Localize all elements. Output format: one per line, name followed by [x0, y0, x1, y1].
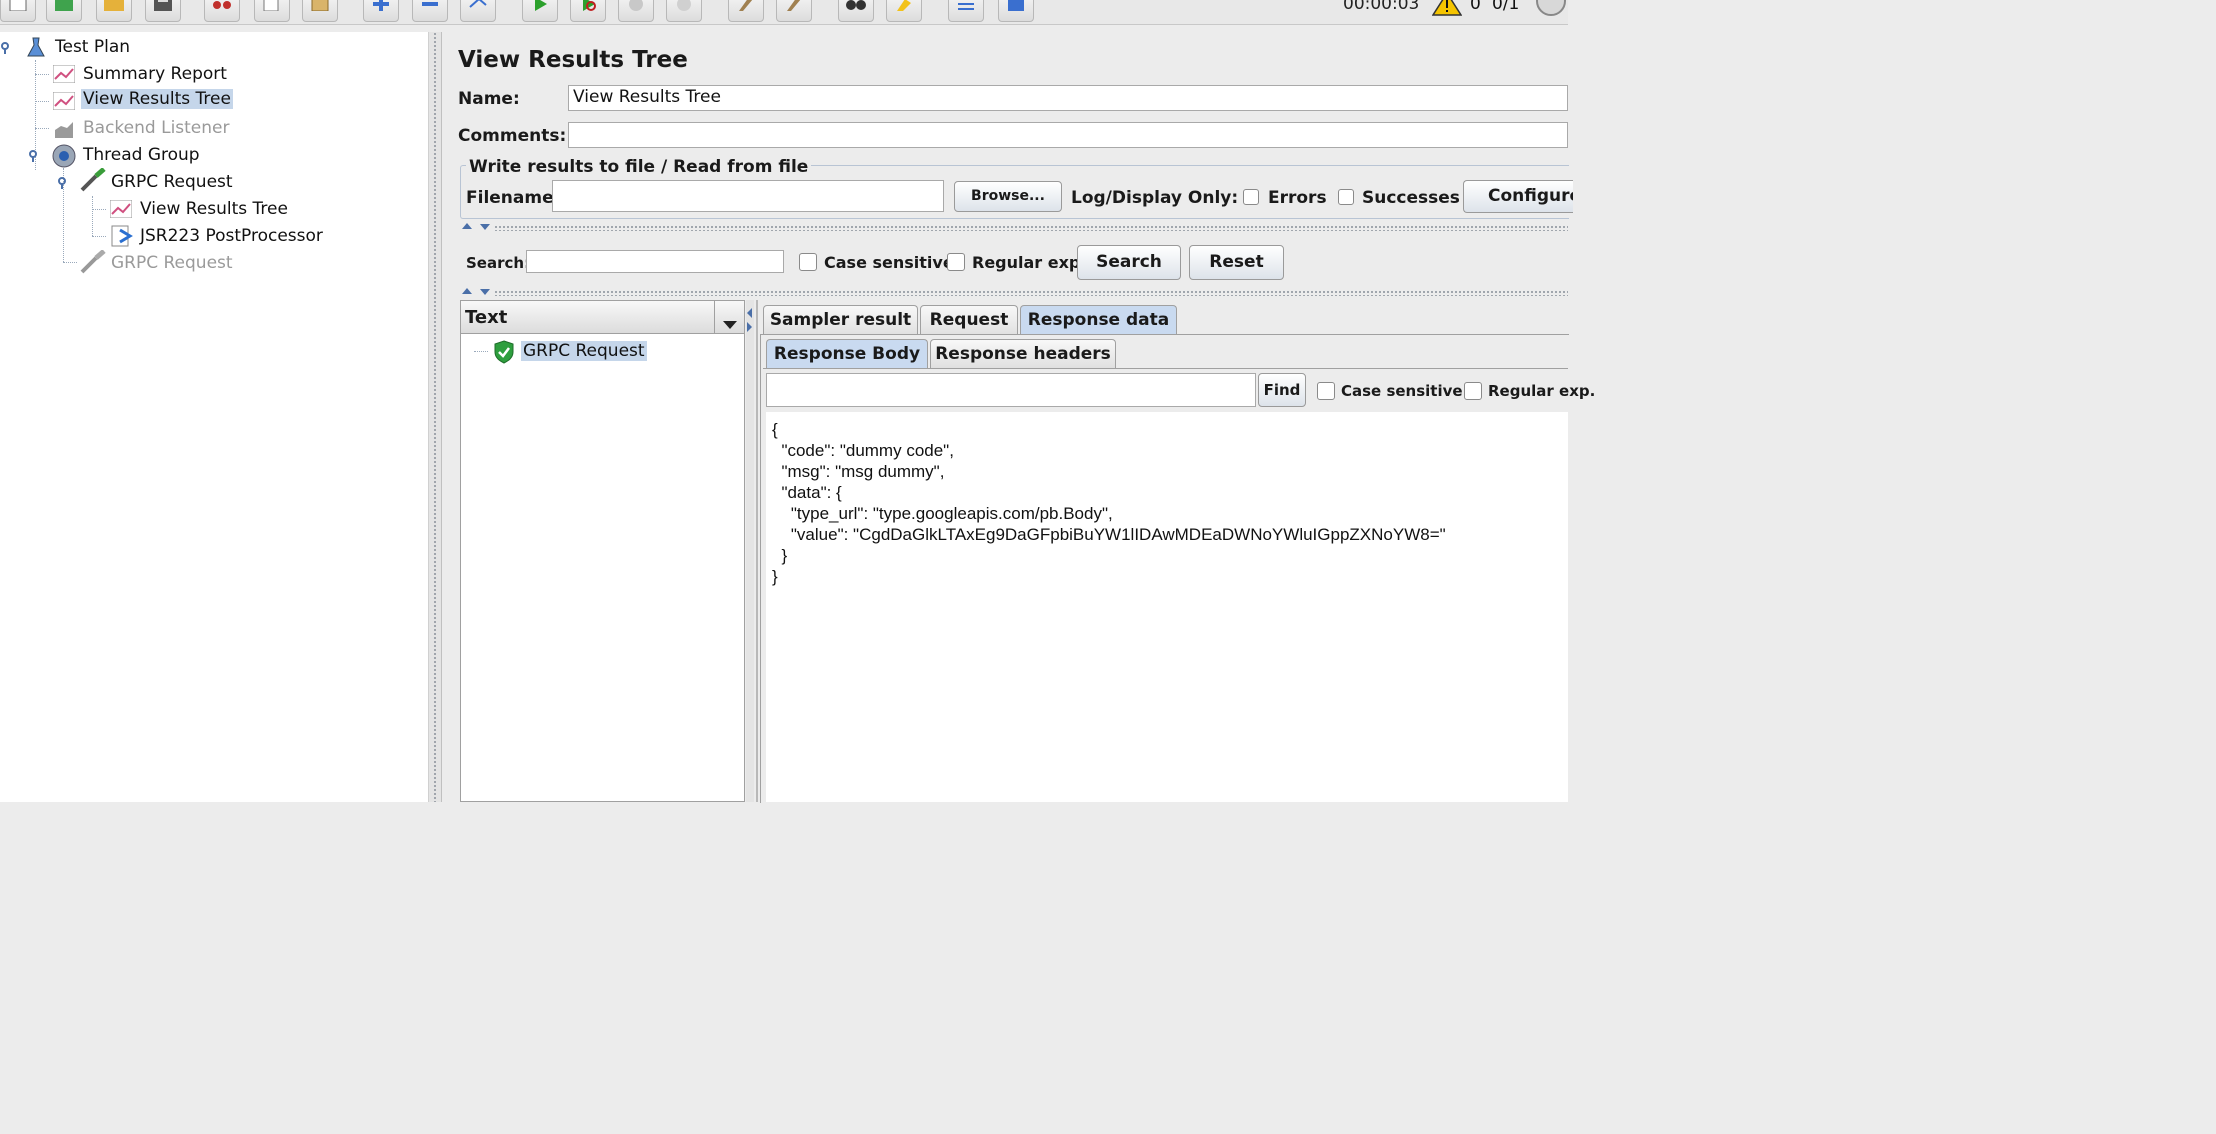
pipette-icon	[80, 249, 106, 278]
warning-icon[interactable]	[1431, 0, 1463, 20]
results-tree-panel: View Results Tree Name: View Results Tre…	[442, 32, 1595, 803]
collapse-handle-icon[interactable]	[57, 175, 71, 194]
tree-item-view-results-tree-child[interactable]: View Results Tree	[140, 199, 288, 219]
clear-icon[interactable]	[728, 0, 764, 22]
document-arrow-icon	[110, 224, 134, 252]
toolbar: 00:00:03 0 0/1	[0, 0, 1568, 25]
tree-item-backend-listener[interactable]: Backend Listener	[83, 118, 230, 138]
collapse-handle-icon[interactable]	[28, 148, 42, 167]
find-case-sensitive-label: Case sensitive	[1341, 382, 1463, 400]
subtab-response-body[interactable]: Response Body	[766, 339, 928, 368]
search-case-sensitive-label: Case sensitive	[824, 253, 954, 272]
chevron-down-icon	[723, 314, 737, 333]
name-label: Name:	[458, 89, 520, 109]
open-folder-icon[interactable]	[96, 0, 132, 22]
search-regex-checkbox[interactable]	[947, 253, 965, 271]
errors-label: Errors	[1268, 188, 1327, 208]
tab-response-data[interactable]: Response data	[1020, 305, 1177, 335]
search-button[interactable]: Search	[1077, 245, 1181, 280]
templates-icon[interactable]	[46, 0, 82, 22]
find-button[interactable]: Find	[1258, 373, 1306, 407]
subtab-response-headers[interactable]: Response headers	[930, 339, 1116, 368]
start-no-pauses-icon[interactable]	[570, 0, 606, 22]
tab-sampler-result[interactable]: Sampler result	[763, 305, 918, 335]
test-plan-tree[interactable]: Test Plan Summary Report View Results Tr…	[0, 32, 428, 802]
file-group-legend: Write results to file / Read from file	[466, 157, 812, 177]
collapse-up-icon[interactable]	[462, 288, 472, 294]
configure-button[interactable]: Configure	[1463, 180, 1573, 213]
page-title: View Results Tree	[458, 47, 688, 73]
collapse-up-icon[interactable]	[462, 223, 472, 229]
name-field[interactable]: View Results Tree	[568, 85, 1568, 111]
chart-icon	[52, 64, 76, 87]
new-icon[interactable]	[0, 0, 36, 22]
log-display-label: Log/Display Only:	[1071, 188, 1239, 208]
reset-button[interactable]: Reset	[1189, 245, 1284, 280]
pipette-icon	[80, 167, 106, 196]
flask-icon	[26, 37, 46, 61]
expand-icon[interactable]	[363, 0, 399, 22]
tree-item-grpc-request[interactable]: GRPC Request	[111, 172, 233, 192]
active-threads-count: 0/1	[1492, 0, 1520, 14]
collapse-handle-icon[interactable]	[0, 40, 14, 59]
find-regex-checkbox[interactable]	[1464, 382, 1482, 400]
response-body-text[interactable]: { "code": "dummy code", "msg": "msg dumm…	[766, 412, 1568, 802]
search-input[interactable]	[526, 250, 784, 273]
save-icon[interactable]	[145, 0, 181, 22]
successes-label: Successes	[1362, 188, 1460, 208]
search-regex-label: Regular exp.	[972, 253, 1087, 272]
results-list[interactable]	[460, 300, 745, 802]
collapse-down-icon[interactable]	[480, 224, 490, 230]
cut-icon[interactable]	[204, 0, 240, 22]
results-splitter[interactable]	[746, 300, 754, 802]
errors-checkbox[interactable]	[1243, 189, 1259, 205]
elapsed-timer: 00:00:03	[1343, 0, 1420, 14]
clear-all-icon[interactable]	[776, 0, 812, 22]
tab-request[interactable]: Request	[920, 305, 1018, 335]
remote-status-icon	[1534, 0, 1568, 22]
find-regex-label: Regular exp.	[1488, 382, 1596, 400]
success-shield-icon	[493, 340, 515, 368]
filename-label: Filename	[466, 188, 554, 208]
successes-checkbox[interactable]	[1338, 189, 1354, 205]
tree-item-view-results-tree[interactable]: View Results Tree	[81, 89, 233, 109]
collapse-icon[interactable]	[412, 0, 448, 22]
main-splitter[interactable]	[428, 32, 442, 802]
tree-item-test-plan[interactable]: Test Plan	[55, 37, 130, 57]
search-icon[interactable]	[838, 0, 874, 22]
tree-item-thread-group[interactable]: Thread Group	[83, 145, 200, 165]
start-icon[interactable]	[522, 0, 558, 22]
filename-field[interactable]	[552, 180, 944, 212]
stop-icon[interactable]	[618, 0, 654, 22]
search-label: Search:	[466, 254, 531, 272]
function-helper-icon[interactable]	[948, 0, 984, 22]
toggle-icon[interactable]	[460, 0, 496, 22]
paste-icon[interactable]	[302, 0, 338, 22]
bar-chart-icon	[53, 120, 75, 142]
result-item-grpc-request[interactable]: GRPC Request	[521, 341, 647, 361]
shutdown-icon[interactable]	[666, 0, 702, 22]
renderer-select[interactable]: Text	[461, 301, 744, 334]
search-case-sensitive-checkbox[interactable]	[799, 253, 817, 271]
tree-item-grpc-request-disabled[interactable]: GRPC Request	[111, 253, 233, 273]
reset-search-icon[interactable]	[886, 0, 922, 22]
find-case-sensitive-checkbox[interactable]	[1317, 382, 1335, 400]
collapse-down-icon[interactable]	[480, 289, 490, 295]
browse-button[interactable]: Browse...	[954, 181, 1062, 212]
renderer-selected: Text	[465, 307, 508, 328]
copy-icon[interactable]	[254, 0, 290, 22]
gear-icon	[51, 143, 77, 173]
help-icon[interactable]	[998, 0, 1034, 22]
comments-field[interactable]	[568, 122, 1568, 148]
tree-item-jsr223-postprocessor[interactable]: JSR223 PostProcessor	[140, 226, 323, 246]
chart-icon	[109, 199, 133, 222]
chart-icon	[52, 91, 76, 114]
comments-label: Comments:	[458, 126, 567, 146]
tree-item-summary-report[interactable]: Summary Report	[83, 64, 227, 84]
warning-count: 0	[1470, 0, 1481, 14]
find-input[interactable]	[766, 373, 1256, 407]
